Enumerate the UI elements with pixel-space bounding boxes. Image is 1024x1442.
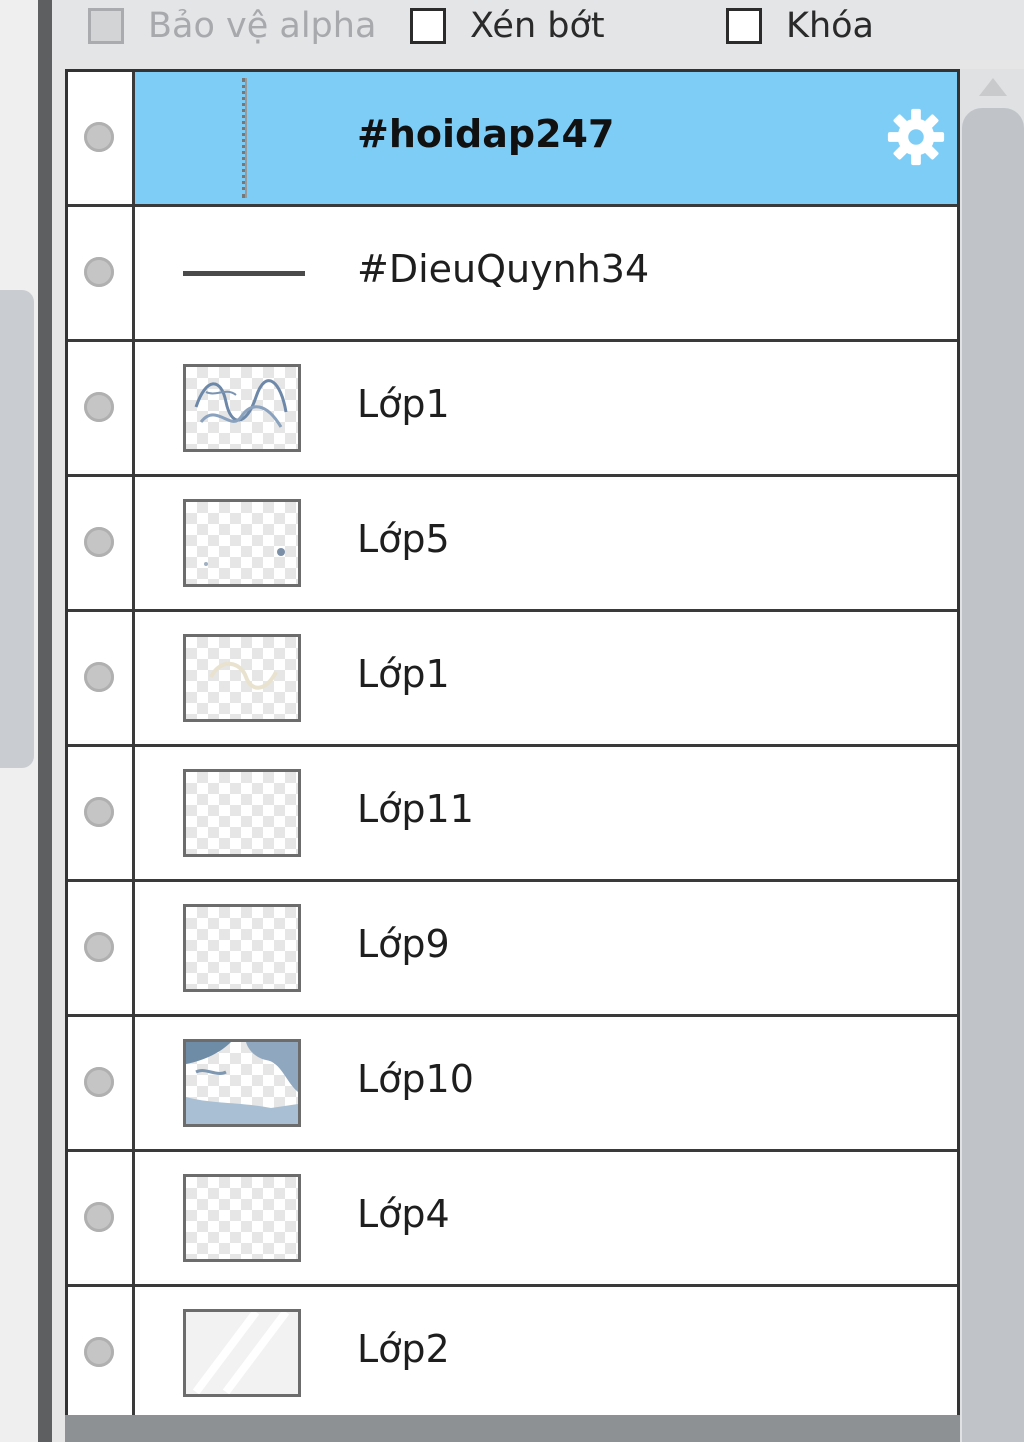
visibility-toggle[interactable] [68, 342, 135, 474]
scrollbar-thumb[interactable] [962, 108, 1024, 1442]
layer-name: Lớp9 [357, 922, 450, 966]
layer-name: Lớp1 [357, 652, 450, 696]
layer-body[interactable]: #hoidap247 [135, 72, 957, 204]
clip-box[interactable] [410, 8, 446, 44]
layer-thumbnail [183, 1039, 301, 1127]
text-layer-thumbnail [183, 271, 305, 276]
layer-body[interactable]: Lớp11 [135, 747, 957, 879]
visibility-toggle[interactable] [68, 477, 135, 609]
visibility-toggle[interactable] [68, 207, 135, 339]
panel-frame-edge [38, 0, 52, 1442]
panel-bottom-bar [65, 1415, 960, 1442]
visibility-dot-icon[interactable] [84, 797, 114, 827]
visibility-dot-icon[interactable] [84, 257, 114, 287]
layer-thumbnail [183, 769, 301, 857]
layer-body[interactable]: Lớp1 [135, 612, 957, 744]
layer-row[interactable]: Lớp2 [68, 1287, 957, 1422]
visibility-dot-icon[interactable] [84, 527, 114, 557]
layer-list: #hoidap247 #DieuQuynh34 Lớp1 Lớp5 Lớp1 L… [65, 69, 960, 1422]
layer-name: Lớp2 [357, 1327, 450, 1371]
text-layer-thumbnail [242, 78, 247, 198]
layer-body[interactable]: Lớp2 [135, 1287, 957, 1419]
layer-row[interactable]: Lớp11 [68, 747, 957, 882]
layer-body[interactable]: #DieuQuynh34 [135, 207, 957, 339]
visibility-toggle[interactable] [68, 72, 135, 204]
layer-row[interactable]: Lớp10 [68, 1017, 957, 1152]
layer-thumbnail [183, 364, 301, 452]
layer-body[interactable]: Lớp4 [135, 1152, 957, 1284]
visibility-dot-icon[interactable] [84, 662, 114, 692]
alpha-protect-checkbox[interactable]: Bảo vệ alpha [88, 4, 376, 48]
layer-body[interactable]: Lớp5 [135, 477, 957, 609]
visibility-toggle[interactable] [68, 1017, 135, 1149]
alpha-protect-box[interactable] [88, 8, 124, 44]
layer-thumbnail [183, 904, 301, 992]
layer-options-toolbar: Bảo vệ alpha Xén bớt Khóa [52, 0, 1024, 60]
lock-box[interactable] [726, 8, 762, 44]
visibility-dot-icon[interactable] [84, 1202, 114, 1232]
layer-row[interactable]: Lớp1 [68, 612, 957, 747]
gear-icon[interactable] [885, 106, 947, 168]
layer-row[interactable]: Lớp4 [68, 1152, 957, 1287]
visibility-toggle[interactable] [68, 1152, 135, 1284]
layer-name: Lớp4 [357, 1192, 450, 1236]
layer-row[interactable]: #DieuQuynh34 [68, 207, 957, 342]
layer-body[interactable]: Lớp1 [135, 342, 957, 474]
layer-row[interactable]: Lớp9 [68, 882, 957, 1017]
layer-body[interactable]: Lớp10 [135, 1017, 957, 1149]
clip-label: Xén bớt [470, 6, 605, 46]
layer-body[interactable]: Lớp9 [135, 882, 957, 1014]
visibility-dot-icon[interactable] [84, 1337, 114, 1367]
layer-name: Lớp1 [357, 382, 450, 426]
visibility-toggle[interactable] [68, 1287, 135, 1419]
visibility-toggle[interactable] [68, 882, 135, 1014]
clip-checkbox[interactable]: Xén bớt [410, 4, 605, 48]
layer-thumbnail [183, 1309, 301, 1397]
lock-checkbox[interactable]: Khóa [726, 4, 874, 48]
layer-row[interactable]: #hoidap247 [68, 72, 957, 207]
alpha-protect-label: Bảo vệ alpha [148, 6, 377, 46]
layer-name: #hoidap247 [357, 112, 615, 156]
layer-thumbnail [183, 634, 301, 722]
side-panel-tab[interactable] [0, 290, 34, 768]
layer-name: Lớp5 [357, 517, 450, 561]
layer-name: Lớp10 [357, 1057, 474, 1101]
visibility-toggle[interactable] [68, 747, 135, 879]
visibility-dot-icon[interactable] [84, 122, 114, 152]
layer-name: #DieuQuynh34 [357, 247, 650, 291]
scroll-up-arrow-icon[interactable] [979, 78, 1007, 96]
layer-thumbnail [183, 1174, 301, 1262]
visibility-dot-icon[interactable] [84, 1067, 114, 1097]
lock-label: Khóa [786, 6, 874, 46]
layer-thumbnail [183, 499, 301, 587]
visibility-dot-icon[interactable] [84, 392, 114, 422]
layer-row[interactable]: Lớp5 [68, 477, 957, 612]
layer-name: Lớp11 [357, 787, 474, 831]
layer-row[interactable]: Lớp1 [68, 342, 957, 477]
visibility-dot-icon[interactable] [84, 932, 114, 962]
visibility-toggle[interactable] [68, 612, 135, 744]
